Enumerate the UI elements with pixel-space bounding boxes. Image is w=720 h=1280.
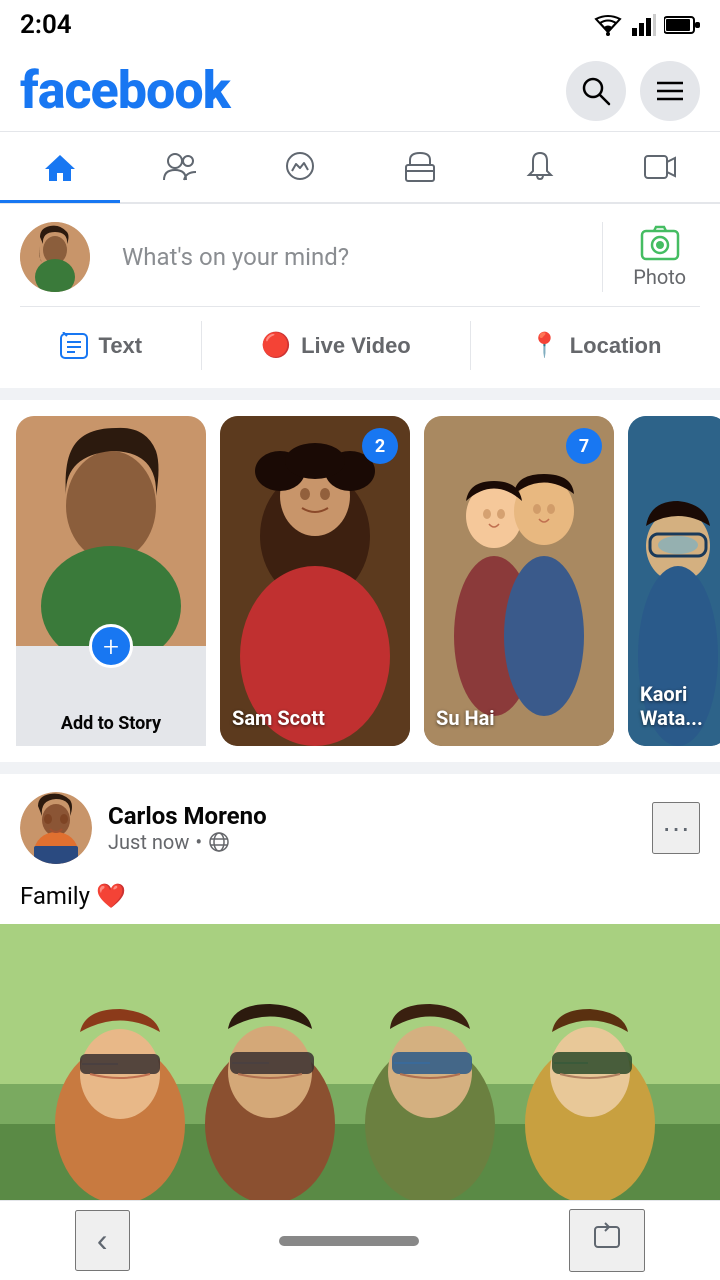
composer-top: What's on your mind? Photo	[20, 222, 700, 292]
post-more-button[interactable]: ···	[652, 802, 700, 854]
battery-icon	[664, 15, 700, 35]
feed-post: Carlos Moreno Just now • ··· Family ❤️	[0, 774, 720, 1244]
live-video-button[interactable]: 🔴 Live Video	[243, 321, 429, 370]
location-button[interactable]: 📍 Location	[512, 321, 680, 370]
post-meta: Carlos Moreno Just now •	[108, 802, 636, 854]
post-time: Just now •	[108, 830, 636, 854]
nav-video[interactable]	[600, 131, 720, 203]
nav-bar	[0, 132, 720, 204]
home-pill[interactable]	[279, 1236, 419, 1246]
marketplace-icon	[404, 151, 436, 183]
home-icon	[43, 151, 77, 183]
story-su-hai[interactable]: 7 Su Hai	[424, 416, 614, 746]
action-divider-2	[470, 321, 471, 370]
composer-photo-button[interactable]: Photo	[619, 225, 700, 289]
location-label: Location	[570, 333, 662, 359]
post-image	[0, 924, 720, 1244]
story-badge-su: 7	[566, 428, 602, 464]
stories-container: + Add to Story 2 Sam Scott	[0, 416, 720, 746]
post-author-name: Carlos Moreno	[108, 802, 636, 830]
post-header: Carlos Moreno Just now • ···	[0, 774, 720, 874]
post-timestamp: Just now	[108, 830, 189, 854]
nav-friends[interactable]	[120, 131, 240, 203]
text-icon	[59, 332, 89, 360]
search-icon	[581, 76, 611, 106]
photo-label: Photo	[633, 265, 686, 289]
rotate-icon	[591, 1221, 623, 1253]
bottom-nav: ‹	[0, 1200, 720, 1280]
story-name-kaori: Kaori Wata...	[640, 682, 716, 730]
add-story-label: Add to Story	[61, 685, 161, 734]
status-bar: 2:04	[0, 0, 720, 50]
story-sam-scott[interactable]: 2 Sam Scott	[220, 416, 410, 746]
menu-button[interactable]	[640, 61, 700, 121]
photo-icon	[640, 225, 680, 261]
composer-divider	[602, 222, 603, 292]
nav-home[interactable]	[0, 131, 120, 203]
user-avatar	[20, 222, 90, 292]
post-text: Family ❤️	[0, 874, 720, 924]
post-composer: What's on your mind? Photo Text	[0, 204, 720, 388]
rotate-button[interactable]	[569, 1209, 645, 1272]
bell-icon	[525, 151, 555, 183]
add-story-icon[interactable]: +	[89, 624, 133, 668]
story-name-su: Su Hai	[436, 706, 602, 730]
live-video-label: Live Video	[301, 333, 411, 359]
facebook-logo: facebook	[20, 60, 230, 121]
nav-notifications[interactable]	[480, 131, 600, 203]
action-divider-1	[201, 321, 202, 370]
story-badge-sam: 2	[362, 428, 398, 464]
search-button[interactable]	[566, 61, 626, 121]
status-time: 2:04	[20, 10, 72, 40]
add-story-card[interactable]: + Add to Story	[16, 416, 206, 746]
story-name-sam: Sam Scott	[232, 706, 398, 730]
text-label: Text	[99, 333, 143, 359]
video-icon	[643, 154, 677, 180]
messenger-icon	[284, 151, 316, 183]
location-icon: 📍	[530, 331, 560, 360]
menu-icon	[657, 81, 683, 101]
post-dot: •	[195, 830, 202, 854]
app-header: facebook	[0, 50, 720, 132]
text-post-button[interactable]: Text	[41, 321, 161, 370]
nav-messenger[interactable]	[240, 131, 360, 203]
live-video-icon: 🔴	[261, 331, 291, 360]
back-button[interactable]: ‹	[75, 1210, 130, 1271]
post-author-avatar[interactable]	[20, 792, 92, 864]
privacy-globe-icon	[208, 831, 230, 853]
wifi-icon	[592, 14, 624, 36]
friends-icon	[162, 152, 198, 182]
composer-actions: Text 🔴 Live Video 📍 Location	[20, 321, 700, 370]
story-kaori[interactable]: Kaori Wata...	[628, 416, 720, 746]
header-actions	[566, 61, 700, 121]
status-icons	[592, 14, 700, 36]
nav-marketplace[interactable]	[360, 131, 480, 203]
composer-input[interactable]: What's on your mind?	[106, 229, 586, 285]
stories-section: + Add to Story 2 Sam Scott	[0, 400, 720, 762]
action-divider	[20, 306, 700, 307]
signal-icon	[632, 14, 656, 36]
